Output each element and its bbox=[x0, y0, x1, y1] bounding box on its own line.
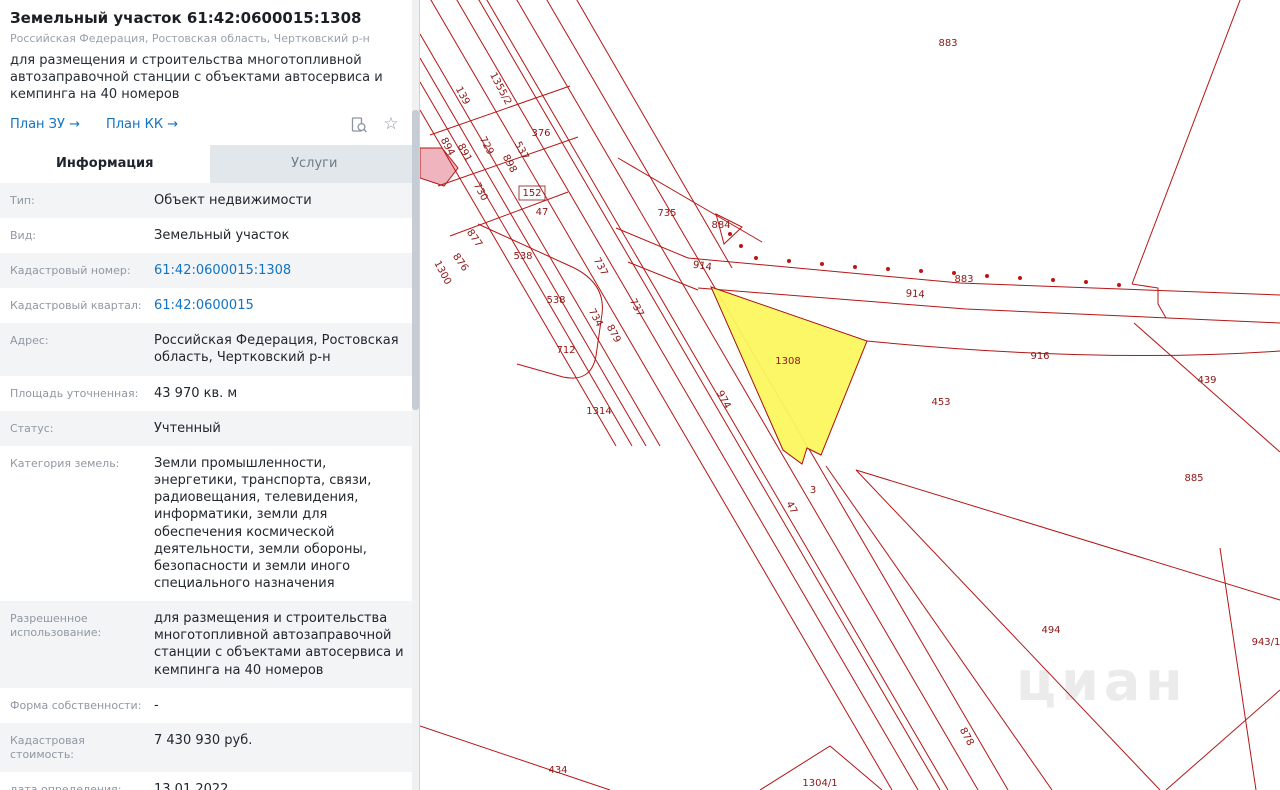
parcel-label: 883 bbox=[938, 38, 957, 49]
field-label: Тип: bbox=[10, 193, 35, 207]
field-label: дата определения: bbox=[10, 782, 122, 790]
parcel-label: 439 bbox=[1197, 375, 1216, 386]
info-panel: Земельный участок 61:42:0600015:1308 Рос… bbox=[0, 0, 420, 790]
info-row: Форма собственности: - bbox=[0, 688, 419, 723]
field-value: Российская Федерация, Ростовская область… bbox=[154, 333, 399, 366]
parcel-label: 538 bbox=[513, 251, 532, 262]
field-value: 7 430 930 руб. bbox=[154, 732, 253, 748]
plan-links: План ЗУ → План КК → ☆ bbox=[10, 115, 401, 135]
parcel-label: 494 bbox=[1041, 625, 1060, 636]
parcel-label: 914 bbox=[905, 288, 925, 300]
tab-informatsiya[interactable]: Информация bbox=[0, 144, 210, 183]
parcel-label: 884 bbox=[711, 220, 730, 231]
plan-kk-link[interactable]: План КК → bbox=[106, 117, 178, 132]
parcel-label: 879 bbox=[604, 323, 623, 345]
panel-scrollbar[interactable] bbox=[412, 0, 419, 790]
field-label: Кадастровый квартал: bbox=[10, 299, 142, 313]
parcel-label: 1355/2 bbox=[487, 71, 513, 107]
field-value: Земли промышленности, энергетики, трансп… bbox=[154, 455, 372, 592]
parcel-label: 376 bbox=[531, 128, 550, 139]
parcel-label: 734 bbox=[586, 307, 605, 329]
info-row: Кадастровый номер: 61:42:0600015:1308 bbox=[0, 252, 419, 289]
tab-bar: Информация Услуги bbox=[0, 144, 419, 183]
field-label: Вид: bbox=[10, 228, 37, 242]
info-row: Вид: Земельный участок bbox=[0, 218, 419, 253]
field-value[interactable]: 61:42:0600015 bbox=[148, 297, 411, 314]
field-label: Статус: bbox=[10, 421, 54, 435]
parcel-label: 730 bbox=[471, 181, 490, 203]
parcel-label: 1304/1 bbox=[802, 778, 837, 789]
parcel-label: 876 bbox=[450, 252, 470, 274]
info-rows: Тип: Объект недвижимости Вид: Земельный уча… bbox=[0, 182, 419, 790]
parcel-label: 735 bbox=[657, 208, 676, 219]
field-label: Категория земель: bbox=[10, 456, 120, 470]
watermark: циан bbox=[1016, 650, 1188, 713]
page-subtitle: Российская Федерация, Ростовская область… bbox=[10, 32, 370, 45]
parcel-label: 916 bbox=[1030, 351, 1049, 362]
parcel-label: 737 bbox=[591, 256, 610, 278]
field-value[interactable]: 61:42:0600015:1308 bbox=[148, 262, 411, 279]
parcel-label: 47 bbox=[536, 207, 549, 218]
info-row: дата определения: 13.01.2022 bbox=[0, 772, 419, 790]
parcel-label: 883 bbox=[954, 274, 973, 285]
scrollbar-thumb[interactable] bbox=[412, 110, 419, 410]
parcel-label: 729 bbox=[477, 135, 496, 157]
field-label: Площадь уточненная: bbox=[10, 386, 139, 400]
field-value: Объект недвижимости bbox=[154, 192, 312, 208]
star-icon[interactable]: ☆ bbox=[381, 115, 401, 135]
parcel-label: 3 bbox=[810, 485, 816, 496]
field-value: Земельный участок bbox=[154, 227, 290, 243]
parcel-label: 914 bbox=[692, 260, 712, 274]
info-row: Кадастровая стоимость: 7 430 930 руб. bbox=[0, 722, 419, 772]
field-value: 43 970 кв. м bbox=[154, 385, 238, 401]
panel-header: Земельный участок 61:42:0600015:1308 Рос… bbox=[0, 0, 419, 145]
parcel-label: 434 bbox=[548, 765, 567, 776]
info-row: Кадастровый квартал: 61:42:0600015 bbox=[0, 288, 419, 323]
field-label: Адрес: bbox=[10, 334, 49, 348]
info-row: Категория земель: Земли промышленности, э… bbox=[0, 446, 419, 601]
parcel-label: 1300 bbox=[431, 259, 453, 287]
cadastral-map[interactable]: циан 883139 1355/2376537898729891894730 15… bbox=[420, 0, 1280, 790]
parcel-label: 737 bbox=[627, 297, 646, 319]
plan-zu-link[interactable]: План ЗУ → bbox=[10, 117, 80, 132]
info-row: Адрес: Российская Федерация, Ростовская о… bbox=[0, 323, 419, 376]
parcel-label: 885 bbox=[1184, 473, 1203, 484]
parcel-label: 1308 bbox=[775, 356, 800, 367]
parcel-label: 943/1 bbox=[1252, 637, 1280, 648]
parcel-label: 538 bbox=[546, 295, 565, 306]
parcel-label: 877 bbox=[464, 228, 484, 250]
field-value: Учтенный bbox=[154, 420, 221, 436]
parcel-label: 537 bbox=[512, 140, 531, 162]
info-row: Площадь уточненная: 43 970 кв. м bbox=[0, 376, 419, 411]
field-value: для размещения и строительства многотопл… bbox=[154, 611, 404, 678]
header-icons: ☆ bbox=[349, 115, 401, 135]
parcel-label: 47 bbox=[783, 500, 799, 516]
parcel-label: 152 bbox=[522, 188, 541, 199]
parcel-label: 712 bbox=[556, 345, 575, 356]
info-row: Статус: Учтенный bbox=[0, 410, 419, 446]
preview-icon[interactable] bbox=[349, 115, 369, 135]
map-area[interactable]: циан 883 139 1355/2 376 537 898 729 891 894 730 15… bbox=[420, 0, 1280, 790]
info-row: Тип: Объект недвижимости bbox=[0, 182, 419, 218]
field-value: - bbox=[154, 697, 159, 713]
info-row: Разрешенное использование: для размещения… bbox=[0, 601, 419, 688]
page-title: Земельный участок 61:42:0600015:1308 bbox=[10, 9, 362, 27]
field-label: Форма собственности: bbox=[10, 698, 142, 712]
parcel-label: 453 bbox=[931, 397, 950, 408]
field-label: Кадастровая стоимость: bbox=[10, 733, 85, 762]
field-value: 13.01.2022 bbox=[154, 781, 229, 790]
tab-uslugi[interactable]: Услуги bbox=[209, 144, 419, 183]
parcel-label: 1314 bbox=[586, 406, 611, 417]
usage-description: для размещения и строительства многотопл… bbox=[10, 53, 383, 102]
field-label: Разрешенное использование: bbox=[10, 612, 102, 640]
field-label: Кадастровый номер: bbox=[10, 263, 131, 277]
